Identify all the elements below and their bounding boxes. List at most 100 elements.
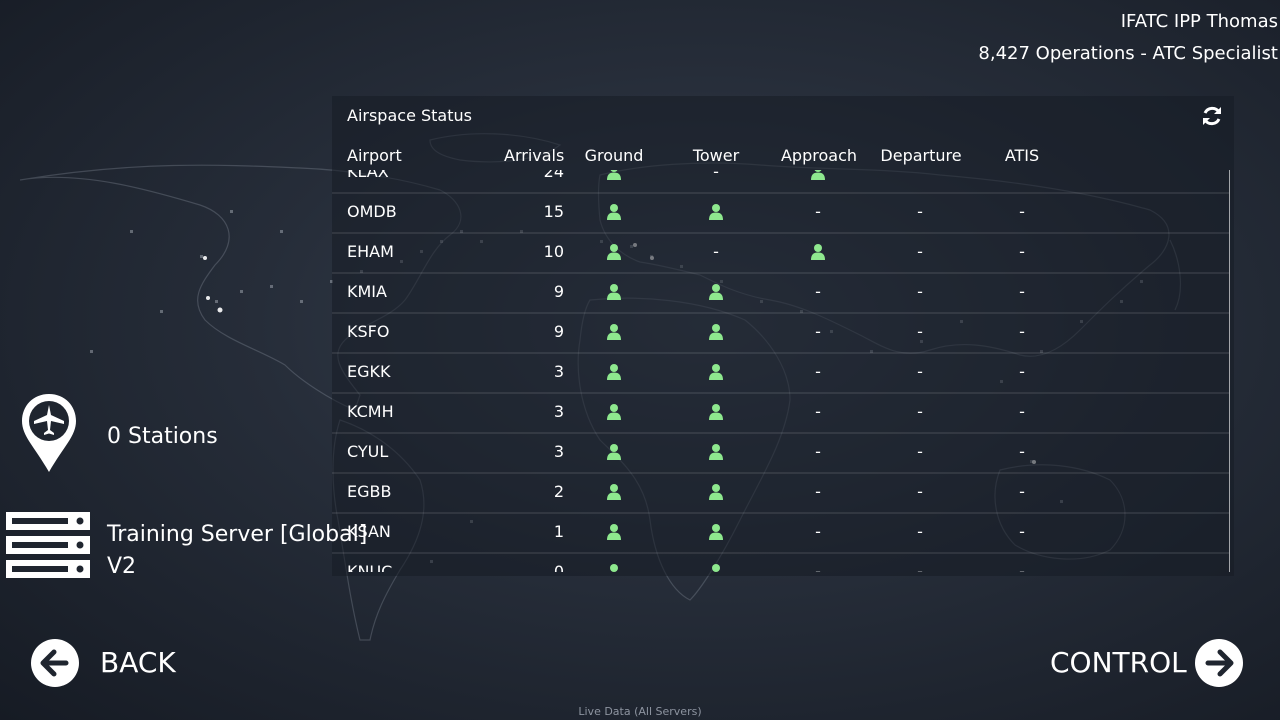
table-row[interactable]: OMDB 15 - - - (332, 192, 1229, 234)
airplane-pin-icon (22, 394, 76, 472)
airport-code: KLAX (347, 170, 389, 181)
atis-status: - (1019, 562, 1025, 572)
airport-code: EGKK (347, 362, 391, 381)
ground-controller-icon (607, 204, 621, 220)
tower-controller-icon (712, 564, 720, 572)
table-row[interactable]: EHAM 10 - - - (332, 232, 1229, 274)
airport-code: KCMH (347, 402, 394, 421)
departure-status: - (917, 482, 923, 501)
table-row[interactable]: KMIA 9 - - - (332, 272, 1229, 314)
table-row[interactable]: EGBB 2 - - - (332, 472, 1229, 514)
column-header-approach: Approach (780, 146, 857, 165)
refresh-icon[interactable] (1200, 104, 1224, 128)
arrivals-count: 9 (553, 322, 564, 341)
column-header-ground: Ground (584, 146, 644, 165)
airport-code: KNUC (347, 562, 393, 572)
user-stats: 8,427 Operations - ATC Specialist (978, 43, 1278, 64)
ground-controller-icon (607, 170, 621, 180)
atis-status: - (1019, 522, 1025, 541)
user-name: IFATC IPP Thomas (1120, 11, 1278, 32)
approach-status: - (815, 402, 821, 421)
table-row[interactable]: KLAX 24 - (332, 170, 1229, 194)
atis-status: - (1019, 442, 1025, 461)
ground-controller-icon (610, 564, 618, 572)
column-header-atis: ATIS (1004, 146, 1040, 165)
airport-code: KMIA (347, 282, 387, 301)
airport-code: KSFO (347, 322, 390, 341)
arrivals-count: 3 (553, 362, 564, 381)
departure-status: - (917, 362, 923, 381)
atis-status: - (1019, 322, 1025, 341)
scrollbar[interactable] (1229, 170, 1230, 572)
airport-code: OMDB (347, 202, 397, 221)
approach-status: - (815, 282, 821, 301)
table-row[interactable]: KSAN 1- - - (332, 512, 1229, 554)
back-label: BACK (100, 646, 176, 679)
approach-status: - (815, 362, 821, 381)
arrivals-count: 10 (543, 242, 564, 261)
stations-count: 0 Stations (107, 424, 218, 449)
arrivals-count: 1 (553, 522, 564, 541)
panel-title: Airspace Status (347, 106, 472, 125)
table-row[interactable]: EGKK 3 - - - (332, 352, 1229, 394)
column-header-departure: Departure (880, 146, 962, 165)
server-version: V2 (107, 554, 137, 579)
arrivals-count: 9 (553, 282, 564, 301)
tower-controller-icon (709, 324, 723, 340)
atis-status: - (1019, 202, 1025, 221)
airspace-table-body[interactable]: KLAX 24- OMDB 15- - - EHAM 10- - - KMIA 9- - - KSFO 9- -… (332, 170, 1229, 572)
tower-controller-icon (709, 284, 723, 300)
departure-status: - (917, 322, 923, 341)
departure-status: - (917, 522, 923, 541)
departure-status: - (917, 562, 923, 572)
ground-controller-icon (607, 364, 621, 380)
ground-controller-icon (607, 284, 621, 300)
tower-status: - (713, 170, 719, 181)
arrivals-count: 2 (553, 482, 564, 501)
arrow-right-icon (1195, 639, 1243, 687)
atis-status: - (1019, 242, 1025, 261)
ground-controller-icon (607, 244, 621, 260)
tower-controller-icon (709, 484, 723, 500)
arrivals-count: 3 (553, 442, 564, 461)
table-row[interactable]: KSFO 9 - - - (332, 312, 1229, 354)
column-header-arrivals: Arrivals (504, 146, 565, 165)
control-label: CONTROL (1050, 646, 1187, 679)
airspace-status-panel: Airspace Status Airport Arrivals Ground … (332, 96, 1234, 576)
arrivals-count: 3 (553, 402, 564, 421)
departure-status: - (917, 402, 923, 421)
server-name: Training Server [Global] (107, 522, 368, 547)
ground-controller-icon (607, 524, 621, 540)
tower-controller-icon (709, 524, 723, 540)
approach-status: - (815, 202, 821, 221)
footer-status: Live Data (All Servers) (578, 705, 702, 718)
server-icon (6, 512, 90, 578)
tower-controller-icon (709, 364, 723, 380)
ground-controller-icon (607, 484, 621, 500)
table-row[interactable]: CYUL 3 - - - (332, 432, 1229, 474)
airport-code: EHAM (347, 242, 394, 261)
atis-status: - (1019, 362, 1025, 381)
approach-status: - (815, 442, 821, 461)
departure-status: - (917, 282, 923, 301)
ground-controller-icon (607, 444, 621, 460)
atis-status: - (1019, 402, 1025, 421)
departure-status: - (917, 202, 923, 221)
departure-status: - (917, 242, 923, 261)
table-row[interactable]: KCMH 3 - - - (332, 392, 1229, 434)
approach-status: - (815, 482, 821, 501)
ground-controller-icon (607, 404, 621, 420)
user-info: IFATC IPP Thomas 8,427 Operations - ATC … (978, 6, 1278, 70)
approach-status: - (815, 322, 821, 341)
tower-status: - (713, 242, 719, 261)
arrivals-count: 24 (543, 170, 564, 181)
tower-controller-icon (709, 204, 723, 220)
table-row[interactable]: KNUC 0 - - - (332, 552, 1229, 572)
column-header-tower: Tower (692, 146, 740, 165)
ground-controller-icon (607, 324, 621, 340)
departure-status: - (917, 442, 923, 461)
atis-status: - (1019, 282, 1025, 301)
airport-code: CYUL (347, 442, 389, 461)
control-button[interactable]: CONTROL (1050, 638, 1246, 690)
column-header-airport: Airport (347, 146, 402, 165)
